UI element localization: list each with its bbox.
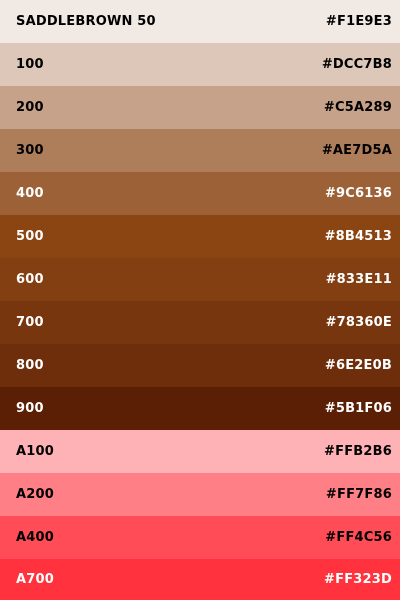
swatch-900: 900 #5B1F06: [0, 387, 400, 430]
swatch-label: 100: [16, 57, 44, 72]
swatch-hex: #FF7F86: [325, 487, 392, 502]
swatch-hex: #5B1F06: [324, 401, 392, 416]
swatch-hex: #C5A289: [323, 100, 392, 115]
swatch-label: 800: [16, 358, 44, 373]
swatch-hex: #AE7D5A: [321, 143, 392, 158]
swatch-label: 300: [16, 143, 44, 158]
swatch-hex: #F1E9E3: [325, 14, 392, 29]
swatch-hex: #DCC7B8: [321, 57, 392, 72]
swatch-hex: #6E2E0B: [324, 358, 392, 373]
swatch-label: 400: [16, 186, 44, 201]
swatch-label: A400: [16, 530, 54, 545]
swatch-label: SADDLEBROWN 50: [16, 14, 156, 29]
swatch-a400: A400 #FF4C56: [0, 516, 400, 559]
swatch-label: 200: [16, 100, 44, 115]
swatch-label: 600: [16, 272, 44, 287]
swatch-500: 500 #8B4513: [0, 215, 400, 258]
swatch-hex: #9C6136: [324, 186, 392, 201]
color-palette: SADDLEBROWN 50 #F1E9E3 100 #DCC7B8 200 #…: [0, 0, 400, 600]
swatch-200: 200 #C5A289: [0, 86, 400, 129]
swatch-400: 400 #9C6136: [0, 172, 400, 215]
swatch-hex: #FF323D: [324, 572, 392, 587]
swatch-label: A100: [16, 444, 54, 459]
swatch-700: 700 #78360E: [0, 301, 400, 344]
swatch-label: 900: [16, 401, 44, 416]
swatch-label: 500: [16, 229, 44, 244]
swatch-100: 100 #DCC7B8: [0, 43, 400, 86]
swatch-800: 800 #6E2E0B: [0, 344, 400, 387]
swatch-a700: A700 #FF323D: [0, 559, 400, 600]
swatch-label: A200: [16, 487, 54, 502]
swatch-600: 600 #833E11: [0, 258, 400, 301]
swatch-a200: A200 #FF7F86: [0, 473, 400, 516]
swatch-label: A700: [16, 572, 54, 587]
swatch-300: 300 #AE7D5A: [0, 129, 400, 172]
swatch-hex: #FF4C56: [325, 530, 392, 545]
swatch-hex: #8B4513: [324, 229, 392, 244]
swatch-hex: #78360E: [325, 315, 392, 330]
swatch-a100: A100 #FFB2B6: [0, 430, 400, 473]
swatch-50: SADDLEBROWN 50 #F1E9E3: [0, 0, 400, 43]
swatch-label: 700: [16, 315, 44, 330]
swatch-hex: #833E11: [325, 272, 392, 287]
swatch-hex: #FFB2B6: [324, 444, 392, 459]
